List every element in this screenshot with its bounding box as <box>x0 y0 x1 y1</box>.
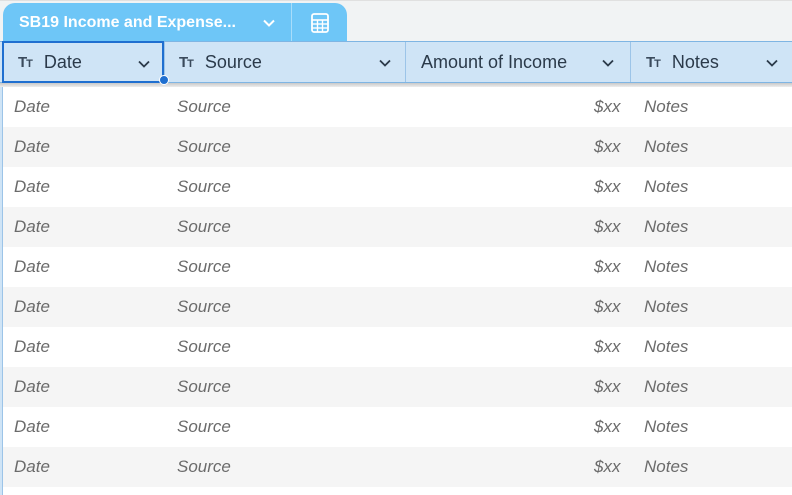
sheet-tab-title[interactable]: SB19 Income and Expense... <box>19 14 251 32</box>
sheet-tab[interactable]: SB19 Income and Expense... <box>3 3 347 42</box>
cell-source[interactable]: Source <box>177 327 231 367</box>
table-row[interactable]: Date Source $xx Notes <box>0 167 792 207</box>
cell-source[interactable]: Source <box>177 247 231 287</box>
sheet-tab-bar: SB19 Income and Expense... <box>0 0 792 42</box>
cell-date[interactable]: Date <box>14 87 50 127</box>
table-row[interactable]: Date Source $xx Notes <box>0 207 792 247</box>
cell-notes[interactable]: Notes <box>644 127 688 167</box>
text-type-icon: TT <box>179 53 194 71</box>
cell-notes[interactable]: Notes <box>644 167 688 207</box>
cell-date[interactable]: Date <box>14 447 50 487</box>
cell-notes[interactable]: Notes <box>644 87 688 127</box>
table-row[interactable]: Date Source $xx Notes <box>0 127 792 167</box>
table-row[interactable]: Date Source $xx Notes <box>0 87 792 127</box>
cell-amount[interactable]: $xx <box>594 407 620 447</box>
cell-date[interactable]: Date <box>14 127 50 167</box>
row-gutter <box>0 87 3 495</box>
spreadsheet-icon[interactable] <box>292 3 347 42</box>
table-row[interactable]: Date Source $xx Notes <box>0 247 792 287</box>
cell-amount[interactable]: $xx <box>594 327 620 367</box>
sheet-tab-title-area[interactable]: SB19 Income and Expense... <box>3 3 292 42</box>
chevron-down-icon[interactable] <box>764 55 780 71</box>
cell-date[interactable]: Date <box>14 367 50 407</box>
text-type-icon: TT <box>18 53 33 71</box>
cell-notes[interactable]: Notes <box>644 447 688 487</box>
column-header-label: Date <box>43 51 82 72</box>
cell-amount[interactable]: $xx <box>594 447 620 487</box>
cell-source[interactable]: Source <box>177 167 231 207</box>
cell-amount[interactable]: $xx <box>594 207 620 247</box>
table-row[interactable]: Date Source $xx Notes <box>0 287 792 327</box>
cell-amount[interactable]: $xx <box>594 367 620 407</box>
column-header-date[interactable]: TT Date <box>2 41 164 83</box>
column-header-notes[interactable]: TT Notes <box>631 42 792 82</box>
cell-notes[interactable]: Notes <box>644 287 688 327</box>
cell-date[interactable]: Date <box>14 287 50 327</box>
cell-date[interactable]: Date <box>14 247 50 287</box>
cell-notes[interactable]: Notes <box>644 367 688 407</box>
cell-notes[interactable]: Notes <box>644 207 688 247</box>
table-row[interactable]: Date Source $xx Notes <box>0 367 792 407</box>
cell-source[interactable]: Source <box>177 207 231 247</box>
cell-notes[interactable]: Notes <box>644 327 688 367</box>
cell-amount[interactable]: $xx <box>594 87 620 127</box>
cell-source[interactable]: Source <box>177 447 231 487</box>
cell-source[interactable]: Source <box>177 407 231 447</box>
cell-source[interactable]: Source <box>177 87 231 127</box>
table-row[interactable]: Date Source $xx Notes <box>0 407 792 447</box>
column-resize-handle[interactable] <box>159 75 169 85</box>
cell-notes[interactable]: Notes <box>644 407 688 447</box>
cell-date[interactable]: Date <box>14 167 50 207</box>
cell-source[interactable]: Source <box>177 127 231 167</box>
column-header-row: TT Date TT Source Amount of Income TT No… <box>0 41 792 83</box>
cell-date[interactable]: Date <box>14 407 50 447</box>
table-body: Date Source $xx Notes Date Source $xx No… <box>0 87 792 487</box>
cell-notes[interactable]: Notes <box>644 247 688 287</box>
column-header-amount-of-income[interactable]: Amount of Income <box>406 42 630 82</box>
column-header-label: Amount of Income <box>421 51 568 72</box>
table-row[interactable]: Date Source $xx Notes <box>0 327 792 367</box>
cell-amount[interactable]: $xx <box>594 287 620 327</box>
spreadsheet-app: SB19 Income and Expense... TT Date TT So… <box>0 0 792 495</box>
table-row[interactable]: Date Source $xx Notes <box>0 447 792 487</box>
chevron-down-icon[interactable] <box>600 55 616 71</box>
chevron-down-icon[interactable] <box>261 15 277 31</box>
chevron-down-icon[interactable] <box>377 55 393 71</box>
cell-amount[interactable]: $xx <box>594 167 620 207</box>
chevron-down-icon[interactable] <box>136 56 152 72</box>
cell-source[interactable]: Source <box>177 287 231 327</box>
cell-date[interactable]: Date <box>14 327 50 367</box>
column-header-source[interactable]: TT Source <box>165 42 405 82</box>
cell-amount[interactable]: $xx <box>594 127 620 167</box>
column-header-label: Notes <box>671 51 719 72</box>
column-header-label: Source <box>204 51 262 72</box>
cell-date[interactable]: Date <box>14 207 50 247</box>
cell-source[interactable]: Source <box>177 367 231 407</box>
text-type-icon: TT <box>646 53 661 71</box>
cell-amount[interactable]: $xx <box>594 247 620 287</box>
